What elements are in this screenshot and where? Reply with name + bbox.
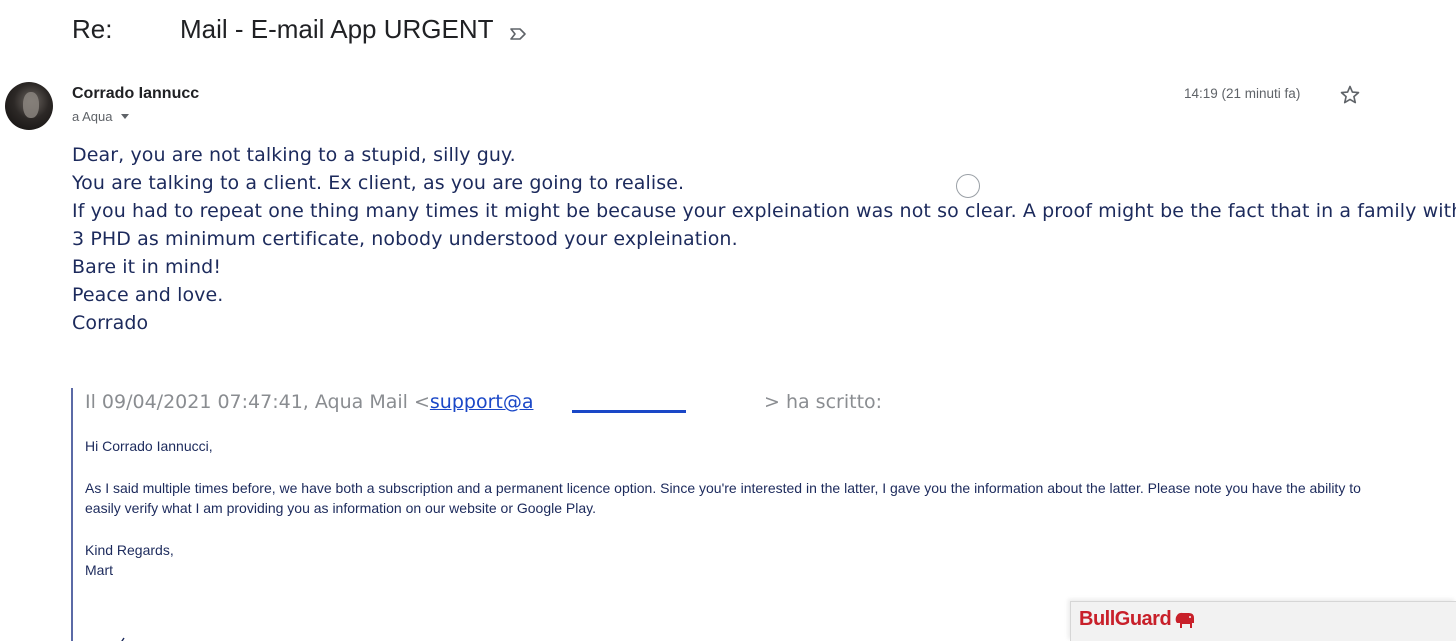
recipient-label: a Aqua <box>72 109 113 124</box>
redacted-email-underline <box>572 410 686 413</box>
recipient-row[interactable]: a Aqua <box>72 109 129 124</box>
sender-name[interactable]: Corrado Iannucc <box>72 85 199 103</box>
subject-prefix: Re: <box>72 14 113 44</box>
star-icon[interactable] <box>1338 83 1362 107</box>
body-line: If you had to repeat one thing many time… <box>72 200 1456 222</box>
quote-header: Il 09/04/2021 07:47:41, Aqua Mail <suppo… <box>85 391 533 413</box>
message-body: Dear, you are not talking to a stupid, s… <box>72 141 1456 337</box>
caret-down-icon[interactable] <box>120 114 129 119</box>
bullguard-popup[interactable]: BullGuard <box>1070 601 1456 641</box>
avatar-photo <box>23 92 39 118</box>
email-subject: Mail - E-mail App URGENT <box>180 14 494 44</box>
message-timestamp: 14:19 (21 minuti fa) <box>1184 86 1301 101</box>
body-line: Dear, you are not talking to a stupid, s… <box>72 144 516 166</box>
quote-bar <box>71 388 73 641</box>
bullguard-logo-text: BullGuard <box>1079 608 1172 630</box>
partial-glyph <box>118 632 128 641</box>
support-email-link[interactable]: support@a <box>430 391 534 413</box>
subject-row: Re: Mail - E-mail App URGENT <box>72 14 528 45</box>
quoted-signature: Mart <box>85 562 113 578</box>
quoted-greeting: Hi Corrado Iannucci, <box>85 438 213 454</box>
quoted-paragraph: As I said multiple times before, we have… <box>85 480 1361 516</box>
quote-header-suffix: > ha scritto: <box>764 391 883 413</box>
quote-header-prefix: Il 09/04/2021 07:47:41, Aqua Mail < <box>85 391 430 413</box>
sender-avatar[interactable] <box>5 82 53 130</box>
loading-cursor-icon <box>956 174 980 198</box>
body-line: You are talking to a client. Ex client, … <box>72 172 685 194</box>
body-line: 3 PHD as minimum certificate, nobody und… <box>72 228 738 250</box>
body-line: Peace and love. <box>72 284 224 306</box>
body-line: Corrado <box>72 312 149 334</box>
body-line: Bare it in mind! <box>72 256 222 278</box>
important-marker-icon[interactable] <box>508 20 528 40</box>
bulldog-icon <box>1175 612 1195 628</box>
bullguard-logo: BullGuard <box>1079 608 1197 631</box>
quoted-regards: Kind Regards, <box>85 542 174 558</box>
